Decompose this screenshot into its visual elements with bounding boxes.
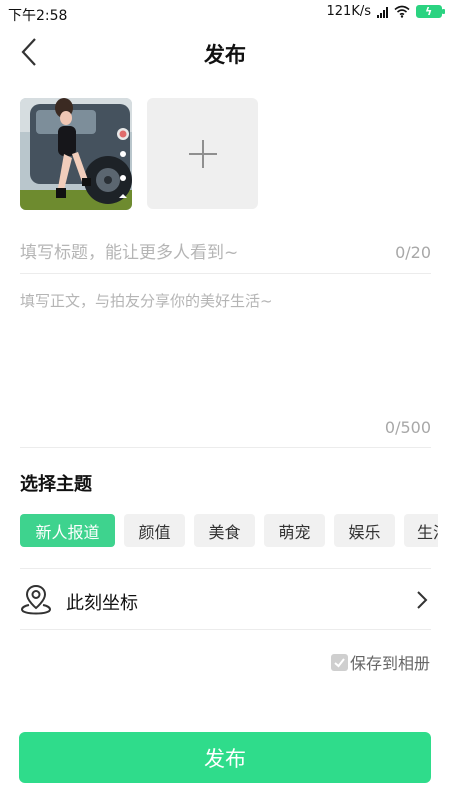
page-title: 发布 bbox=[204, 43, 246, 67]
save-to-album-toggle[interactable]: 保存到相册 bbox=[330, 650, 430, 674]
checkbox-checked-icon[interactable] bbox=[330, 653, 348, 671]
title-input[interactable] bbox=[20, 240, 380, 266]
topic-chip-life[interactable]: 生活 bbox=[404, 514, 438, 547]
topic-chip-food[interactable]: 美食 bbox=[194, 514, 255, 547]
battery-charging-icon: ϟ bbox=[416, 5, 445, 18]
location-pin-icon bbox=[20, 584, 52, 615]
title-field-row: 0/20 bbox=[20, 232, 431, 274]
status-time: 下午2:58 bbox=[8, 8, 68, 24]
topic-chip-new-report[interactable]: 新人报道 bbox=[20, 514, 115, 547]
topic-section-title: 选择主题 bbox=[20, 474, 92, 495]
location-row[interactable]: 此刻坐标 bbox=[20, 568, 431, 630]
signal-icon bbox=[377, 6, 388, 18]
header: 发布 bbox=[0, 26, 450, 78]
body-textarea[interactable] bbox=[20, 290, 431, 410]
photo-thumbnail[interactable] bbox=[20, 98, 132, 210]
wifi-icon bbox=[394, 5, 410, 18]
plus-icon bbox=[188, 139, 217, 168]
title-char-counter: 0/20 bbox=[395, 243, 431, 262]
status-indicators: 121K/s ϟ bbox=[326, 4, 445, 19]
network-speed: 121K/s bbox=[326, 4, 372, 19]
photo-image bbox=[20, 98, 132, 210]
topic-chip-pets[interactable]: 萌宠 bbox=[264, 514, 325, 547]
save-to-album-label: 保存到相册 bbox=[349, 654, 430, 673]
publish-button[interactable]: 发布 bbox=[19, 732, 431, 783]
topic-chip-entertainment[interactable]: 娱乐 bbox=[334, 514, 395, 547]
topic-chip-list[interactable]: 新人报道 颜值 美食 萌宠 娱乐 生活 bbox=[20, 514, 438, 548]
status-bar: 下午2:58 121K/s ϟ bbox=[0, 0, 450, 26]
add-photo-button[interactable] bbox=[147, 98, 258, 209]
body-field-area: 0/500 bbox=[20, 290, 431, 448]
body-char-counter: 0/500 bbox=[384, 418, 431, 437]
topic-chip-appearance[interactable]: 颜值 bbox=[124, 514, 185, 547]
chevron-right-icon bbox=[417, 591, 428, 609]
location-label: 此刻坐标 bbox=[66, 593, 138, 614]
